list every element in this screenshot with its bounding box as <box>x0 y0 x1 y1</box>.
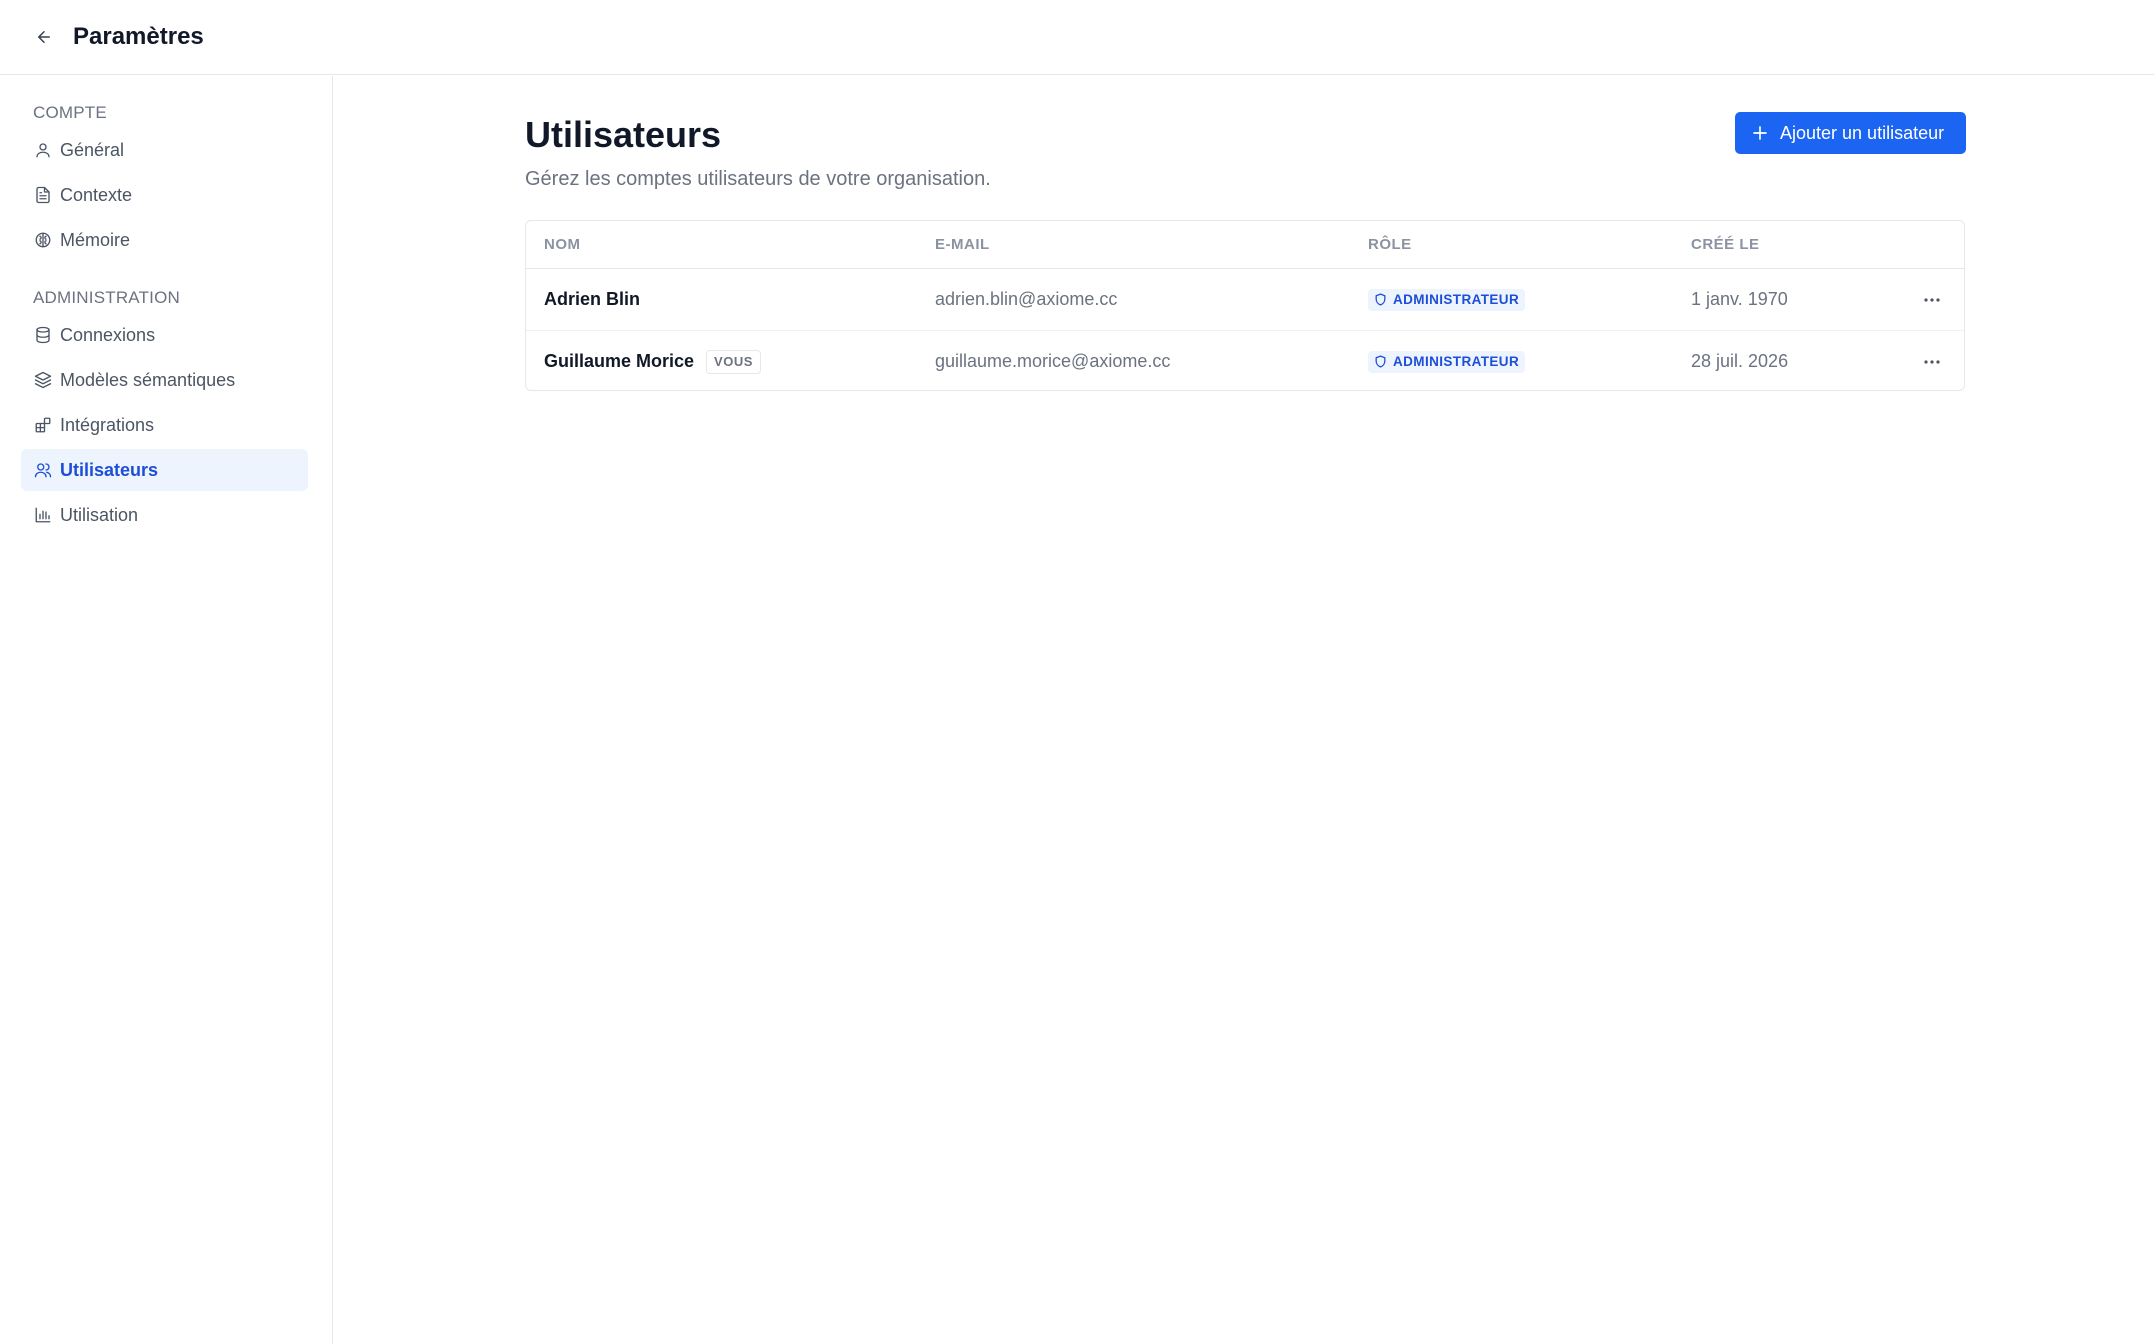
sidebar-item-label: Intégrations <box>60 414 155 435</box>
arrow-left-icon[interactable] <box>33 26 55 48</box>
document-icon <box>33 185 53 205</box>
row-actions-cell <box>1918 331 1946 390</box>
brain-icon <box>33 230 53 250</box>
role-badge: ADMINISTRATEUR <box>1368 350 1526 373</box>
sidebar-item-utilisateurs[interactable]: Utilisateurs <box>21 449 308 491</box>
sidebar-section-compte: COMPTE <box>33 103 107 122</box>
column-header-nom[interactable]: NOM <box>544 221 581 269</box>
role-badge-label: ADMINISTRATEUR <box>1393 354 1520 369</box>
column-header-email[interactable]: E-MAIL <box>935 221 990 269</box>
sidebar-item-modeles-semantiques[interactable]: Modèles sémantiques <box>21 359 308 401</box>
user-created-date: 1 janv. 1970 <box>1691 289 1788 309</box>
database-icon <box>33 325 53 345</box>
user-name-cell: Adrien Blin <box>544 269 640 330</box>
sidebar-item-label: Utilisateurs <box>60 459 159 480</box>
layers-icon <box>33 370 53 390</box>
puzzle-icon <box>33 415 53 435</box>
page-subtitle: Gérez les comptes utilisateurs de votre … <box>525 168 991 190</box>
user-email: adrien.blin@axiome.cc <box>935 289 1118 309</box>
sidebar-item-label: Général <box>60 139 125 160</box>
table-row[interactable]: Guillaume Morice VOUS guillaume.morice@a… <box>526 330 1964 390</box>
more-options-icon[interactable] <box>1918 286 1946 314</box>
sidebar-item-memoire[interactable]: Mémoire <box>21 219 308 261</box>
sidebar-section-administration: ADMINISTRATION <box>33 288 180 307</box>
shield-icon <box>1375 355 1386 368</box>
page-header-title: Paramètres <box>73 23 204 50</box>
user-role-cell: ADMINISTRATEUR <box>1368 269 1526 330</box>
user-created-date: 28 juil. 2026 <box>1691 351 1789 371</box>
settings-sidebar: COMPTE Général Contexte Mémoire ADMINIST… <box>0 76 333 1344</box>
role-badge-label: ADMINISTRATEUR <box>1393 292 1520 307</box>
page-title: Utilisateurs <box>525 114 722 155</box>
sidebar-item-label: Utilisation <box>60 504 139 525</box>
table-row[interactable]: Adrien Blin adrien.blin@axiome.cc ADMINI… <box>526 269 1964 330</box>
users-table: NOM E-MAIL RÔLE CRÉÉ LE Adrien Blin adri… <box>525 220 1965 391</box>
sidebar-item-general[interactable]: Général <box>21 129 308 171</box>
sidebar-item-label: Contexte <box>60 184 133 205</box>
user-icon <box>33 140 53 160</box>
user-name-cell: Guillaume Morice VOUS <box>544 331 761 390</box>
sidebar-item-label: Connexions <box>60 324 156 345</box>
current-user-badge: VOUS <box>706 349 761 374</box>
column-header-role[interactable]: RÔLE <box>1368 221 1412 269</box>
sidebar-item-contexte[interactable]: Contexte <box>21 174 308 216</box>
shield-icon <box>1375 293 1386 306</box>
column-header-cree-le[interactable]: CRÉÉ LE <box>1691 221 1760 269</box>
sidebar-item-label: Mémoire <box>60 229 131 250</box>
table-header: NOM E-MAIL RÔLE CRÉÉ LE <box>526 221 1964 269</box>
sidebar-item-integrations[interactable]: Intégrations <box>21 404 308 446</box>
sidebar-item-utilisation[interactable]: Utilisation <box>21 494 308 536</box>
plus-icon <box>1753 126 1767 140</box>
add-user-button-label: Ajouter un utilisateur <box>1780 122 1945 143</box>
user-name: Guillaume Morice <box>544 351 695 371</box>
bar-chart-icon <box>33 505 53 525</box>
user-email: guillaume.morice@axiome.cc <box>935 351 1171 371</box>
top-bar: Paramètres <box>0 0 2154 75</box>
user-role-cell: ADMINISTRATEUR <box>1368 331 1526 390</box>
add-user-button[interactable]: Ajouter un utilisateur <box>1735 112 1966 154</box>
sidebar-item-label: Modèles sémantiques <box>60 369 236 390</box>
more-options-icon[interactable] <box>1918 348 1946 376</box>
users-icon <box>33 460 53 480</box>
role-badge: ADMINISTRATEUR <box>1368 288 1526 311</box>
user-name: Adrien Blin <box>544 289 641 309</box>
row-actions-cell <box>1918 269 1946 330</box>
sidebar-item-connexions[interactable]: Connexions <box>21 314 308 356</box>
